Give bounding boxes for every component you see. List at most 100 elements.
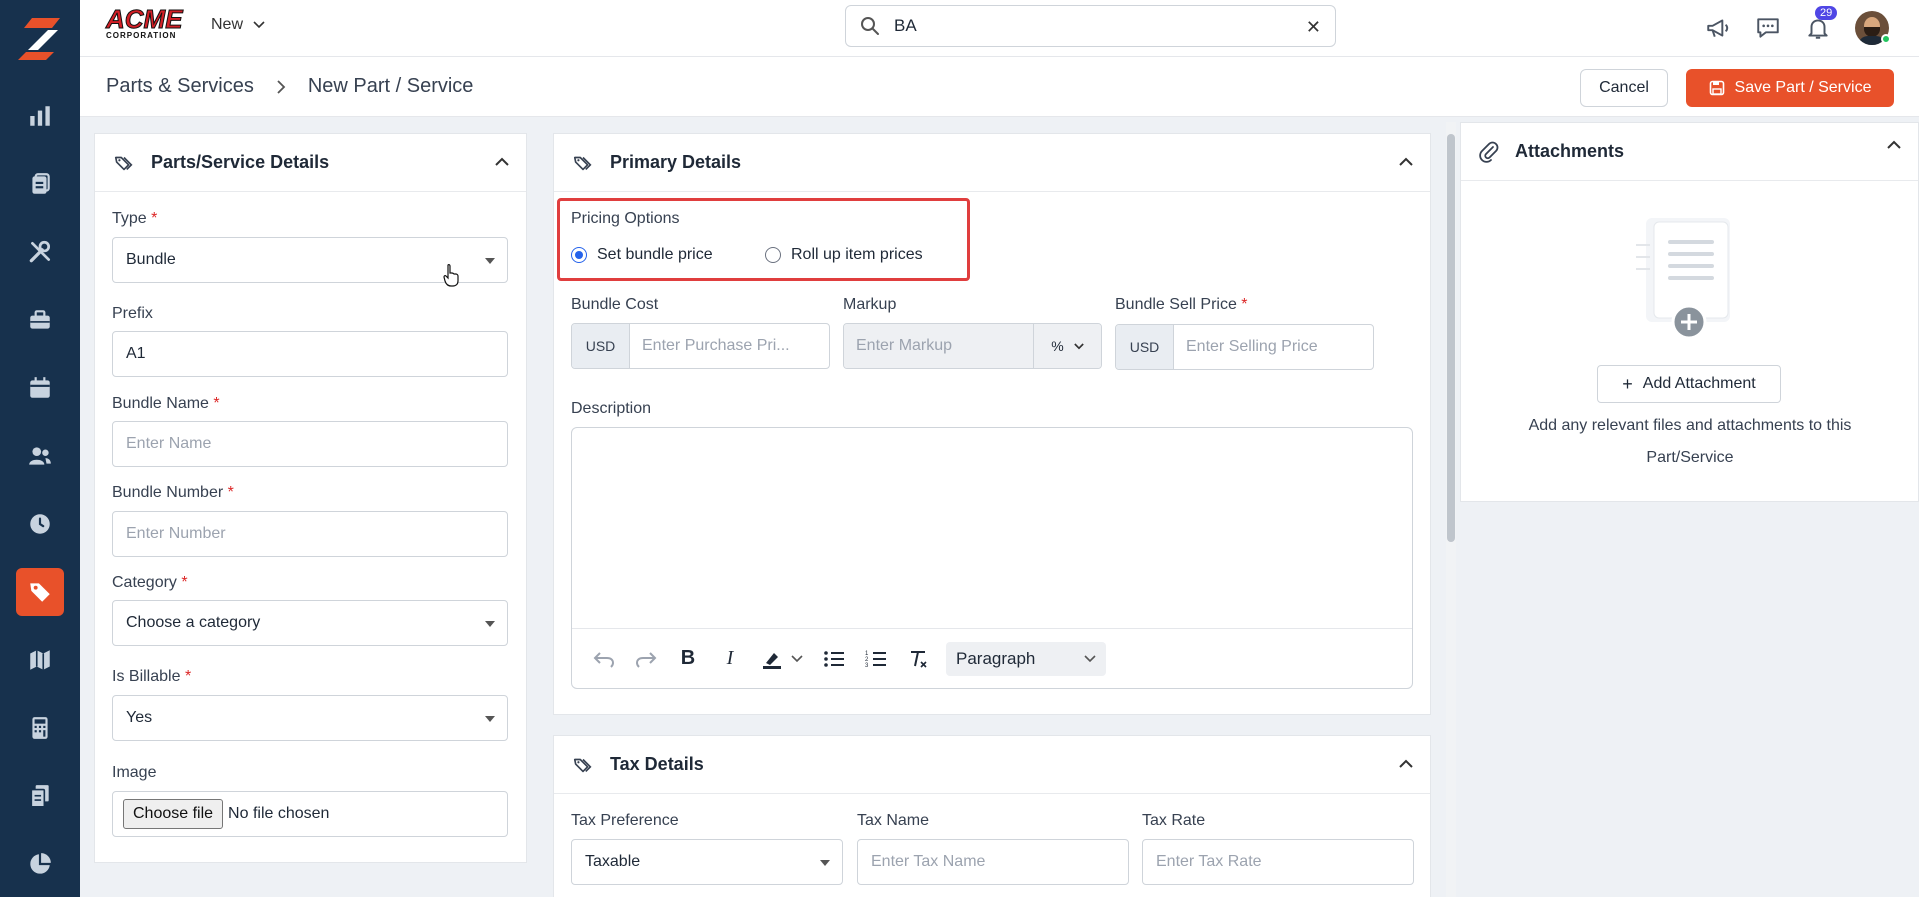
nav-services[interactable] [16, 228, 64, 276]
search-input[interactable] [894, 16, 1284, 36]
breadcrumb-parent[interactable]: Parts & Services [106, 75, 254, 98]
nav-calendar[interactable] [16, 364, 64, 412]
save-icon [1709, 80, 1724, 96]
description-label: Description [571, 400, 652, 417]
chevron-up-icon[interactable] [494, 156, 510, 168]
category-label-text: Category [112, 574, 177, 591]
tax-preference-select[interactable]: Taxable [571, 839, 843, 885]
numbered-list-icon[interactable]: 123 [862, 645, 890, 673]
lightning-logo-icon [18, 18, 60, 60]
online-status-dot [1881, 34, 1891, 44]
bundle-sell-price-label: Bundle Sell Price * [1115, 296, 1248, 314]
redo-icon[interactable] [632, 645, 660, 673]
primary-card-header[interactable]: Primary Details [554, 134, 1430, 192]
page-title: New Part / Service [307, 75, 474, 97]
nav-documents[interactable] [16, 772, 64, 820]
bullet-list-icon[interactable] [820, 645, 848, 673]
chevron-up-icon[interactable] [1398, 758, 1414, 770]
attachments-card-title: Attachments [1515, 141, 1625, 161]
top-icon-bar: 29 [1705, 0, 1919, 56]
documents-icon [30, 785, 49, 808]
new-menu-button[interactable]: New [211, 16, 265, 34]
main-scrollbar[interactable] [1446, 122, 1456, 897]
description-editor[interactable]: B I 123 Paragraph [571, 427, 1413, 689]
radio-dot-checked [571, 247, 587, 263]
prefix-input[interactable]: A1 [112, 331, 508, 377]
tax-preference-value: Taxable [585, 853, 641, 870]
tags-icon [114, 156, 133, 170]
details-card-title: Parts/Service Details [151, 152, 330, 172]
clear-formatting-icon[interactable] [904, 645, 932, 673]
category-select[interactable]: Choose a category [112, 600, 508, 646]
bold-icon[interactable]: B [674, 645, 702, 673]
currency-addon: USD [1116, 325, 1174, 369]
is-billable-label-text: Is Billable [112, 668, 181, 685]
bundle-sell-price-input[interactable]: Enter Selling Price [1174, 325, 1318, 369]
save-part-service-button[interactable]: Save Part / Service [1686, 69, 1894, 107]
notifications-button[interactable]: 29 [1805, 6, 1838, 41]
chevron-up-icon[interactable] [1398, 156, 1414, 168]
highlight-icon[interactable] [758, 645, 786, 673]
nav-map[interactable] [16, 636, 64, 684]
nav-reports[interactable] [16, 92, 64, 140]
markup-input[interactable]: Enter Markup [844, 324, 1034, 368]
clock-icon [30, 514, 50, 534]
details-card-header[interactable]: Parts/Service Details [95, 134, 526, 192]
scrollbar-thumb[interactable] [1447, 134, 1455, 542]
type-label: Type * [112, 210, 157, 228]
radio-roll-up-item-prices[interactable]: Roll up item prices [765, 246, 923, 264]
megaphone-icon [1707, 19, 1729, 37]
markup-unit-select[interactable]: % [1034, 324, 1101, 368]
nav-analytics[interactable] [16, 840, 64, 888]
bundle-name-label-text: Bundle Name [112, 395, 209, 412]
clipboard-icon [32, 173, 50, 194]
bundle-number-input[interactable]: Enter Number [112, 511, 508, 557]
markup-label: Markup [843, 296, 897, 313]
tax-card-header[interactable]: Tax Details [554, 736, 1430, 794]
nav-estimates[interactable] [16, 704, 64, 752]
nav-parts-services[interactable] [16, 568, 64, 616]
is-billable-select[interactable]: Yes [112, 695, 508, 741]
italic-icon[interactable]: I [716, 645, 744, 673]
undo-icon[interactable] [590, 645, 618, 673]
cancel-button[interactable]: Cancel [1580, 69, 1668, 107]
attachments-card-header[interactable]: Attachments [1461, 123, 1918, 181]
caret-down-icon [820, 860, 830, 866]
highlight-dropdown-icon[interactable] [790, 645, 804, 673]
tax-name-input[interactable]: Enter Tax Name [857, 839, 1129, 885]
add-attachment-button[interactable]: + Add Attachment [1597, 365, 1781, 403]
radio-set-bundle-price[interactable]: Set bundle price [571, 246, 713, 264]
bundle-number-label: Bundle Number * [112, 484, 234, 502]
nav-jobs[interactable] [16, 160, 64, 208]
tags-icon [573, 758, 592, 772]
users-icon [29, 447, 51, 465]
plus-icon: + [1622, 373, 1633, 394]
notification-badge: 29 [1815, 6, 1838, 20]
bundle-cost-input[interactable]: Enter Purchase Pri... [630, 324, 790, 368]
bundle-name-input[interactable]: Enter Name [112, 421, 508, 467]
app-logo[interactable] [0, 0, 80, 78]
markup-group: Enter Markup % [843, 323, 1102, 369]
nav-projects[interactable] [16, 296, 64, 344]
company-logo-sub: CORPORATION [106, 31, 177, 40]
choose-file-button[interactable]: Choose file [123, 799, 224, 829]
nav-timesheets[interactable] [16, 500, 64, 548]
company-logo[interactable]: ACME CORPORATION [106, 6, 184, 42]
chevron-down-icon [1084, 654, 1096, 662]
category-select-value: Choose a category [126, 614, 261, 631]
required-mark: * [227, 484, 234, 501]
search-icon [861, 17, 879, 35]
messages-button[interactable] [1755, 15, 1781, 41]
announcements-button[interactable] [1705, 15, 1731, 41]
nav-customers[interactable] [16, 432, 64, 480]
paperclip-icon [1479, 141, 1499, 163]
chevron-up-icon[interactable] [1886, 139, 1902, 151]
chat-icon [1757, 18, 1779, 38]
tax-rate-input[interactable]: Enter Tax Rate [1142, 839, 1414, 885]
company-logo-name: ACME [106, 4, 184, 34]
tax-card-title: Tax Details [610, 754, 704, 774]
clear-search-icon[interactable]: ✕ [1306, 17, 1321, 38]
bundle-cost-label: Bundle Cost [571, 296, 659, 313]
attachments-help-line1: Add any relevant files and attachments t… [1528, 417, 1852, 434]
paragraph-format-select[interactable]: Paragraph [946, 641, 1106, 676]
